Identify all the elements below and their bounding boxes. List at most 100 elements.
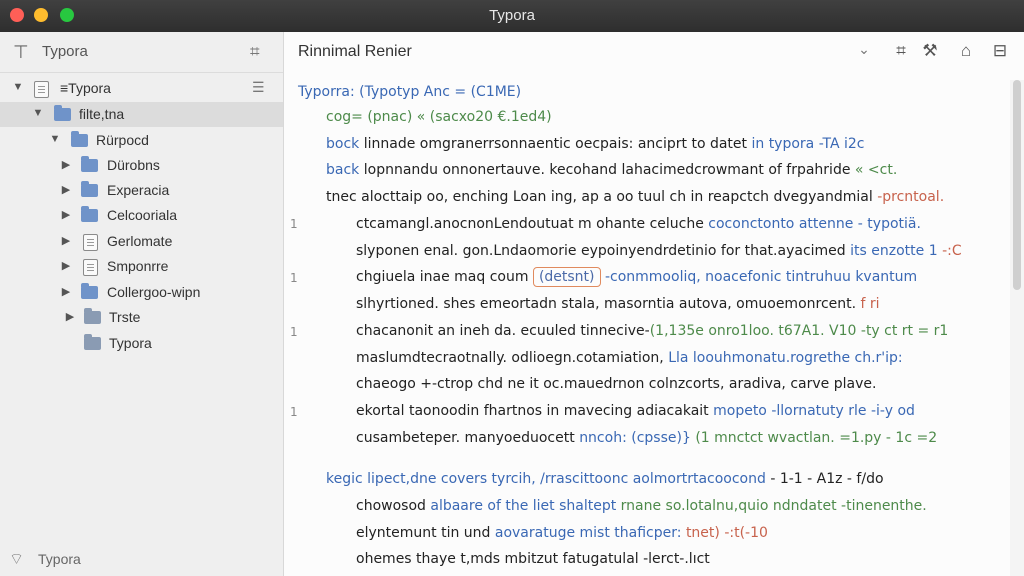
gutter-mark: 1 (290, 217, 298, 231)
chevron-down-icon[interactable]: ⌄ (852, 41, 876, 58)
code-token: -:C (942, 243, 962, 259)
code-token: bock (326, 136, 360, 152)
tree-item-folder[interactable]: ▶ Celcooriala (0, 203, 283, 228)
preview-icon[interactable]: ⊟ (988, 41, 1012, 61)
code-token: ohemes thaye t,mds mbitzut fatugatulal -… (356, 551, 710, 567)
tree-item-label: ≡Typora (60, 80, 111, 96)
caret-right-icon[interactable]: ▶ (60, 285, 72, 298)
sidebar: ⊤ Typora ⌗ ▼ ≡Typora ☰ ▼ filte,tna ▼ Rür… (0, 32, 284, 576)
tree-item-label: Gerlomate (107, 233, 173, 249)
caret-down-icon[interactable]: ▼ (12, 81, 24, 93)
code-line: ekortal taonoodin fhartnos in mavecing a… (356, 403, 915, 419)
code-token: maslumdtecraotnally. odlioegn.cotamiatio… (356, 350, 664, 366)
titlebar: Typora (0, 0, 1024, 33)
code-token: aovaratuge mist thaficper: (494, 525, 682, 541)
caret-down-icon[interactable]: ▼ (49, 133, 61, 145)
caret-right-icon[interactable]: ▶ (60, 234, 72, 247)
editor-scrollbar[interactable] (1010, 80, 1024, 576)
editor-content[interactable]: Typorra: (Typotyp Anc = (C1ME) cog= (pna… (284, 80, 1006, 576)
code-token: ekortal taonoodin fhartnos in mavecing a… (356, 403, 709, 419)
code-line: chgiuela inae maq coum (detsnt) -conmmoo… (356, 267, 917, 287)
code-token: rnane so.lotalnu,quio ndndatet -tinenent… (620, 498, 927, 514)
code-line: cog= (pnac) « (sacxo20 €.1ed4) (326, 109, 552, 125)
tree-item-label: Dürobns (107, 157, 160, 173)
code-token: chowosod (356, 498, 426, 514)
code-line: slhyrtioned. shes emeortadn stala, masor… (356, 296, 880, 312)
tools-icon[interactable]: ⚒ (918, 41, 942, 61)
tree-item-label: Smponrre (107, 258, 169, 274)
code-line: chaeogo +-ctrop chd ne it oc.mauedrnon c… (356, 376, 876, 392)
code-line: maslumdtecraotnally. odlioegn.cotamiatio… (356, 350, 903, 366)
tree-item-folder[interactable]: ▼ Rürpocd (0, 128, 283, 153)
tree-item-document[interactable]: ▶ Gerlomate (0, 229, 283, 254)
caret-right-icon[interactable]: ▶ (60, 208, 72, 221)
code-line: back lopnnandu onnonertauve. kecohand la… (326, 162, 897, 178)
tree-item-folder[interactable]: ▶ Trste (0, 305, 283, 330)
document-icon (83, 234, 98, 251)
tree-item-selected[interactable]: ▼ filte,tna (0, 102, 283, 127)
code-token: chgiuela inae maq coum (356, 269, 529, 285)
folder-icon (81, 206, 98, 222)
tree-item-folder[interactable]: ▶ Dürobns (0, 153, 283, 178)
outline-icon[interactable]: ⌗ (250, 42, 260, 62)
caret-right-icon[interactable]: ▶ (60, 158, 72, 171)
code-token: « <ct. (854, 162, 898, 178)
code-line: ohemes thaye t,mds mbitzut fatugatulal -… (356, 551, 710, 567)
code-token: Typorra: (Typotyp Anc = (C1ME) (298, 84, 522, 100)
sidebar-toggle-icon[interactable]: ⊤ (13, 42, 29, 63)
gutter-mark: 1 (290, 405, 298, 419)
tree-item-folder[interactable]: ▶ Collergoo-wipn (0, 280, 283, 305)
tree-item-label: filte,tna (79, 106, 125, 122)
code-token: lipect,dne covers tyrcih, /rrascittoonc … (367, 471, 766, 487)
code-line: chacanonit an ineh da. ecuuled tinnecive… (356, 323, 948, 339)
code-token: coconctonto attenne - typotiä. (708, 216, 921, 232)
code-token: Lla loouhmonatu.rogrethe ch.r'ip: (668, 350, 903, 366)
tree-item-root[interactable]: ▼ ≡Typora ☰ (0, 76, 283, 101)
export-icon[interactable]: ⌂ (954, 41, 978, 61)
code-line: cusambeteper. manyoeduocett nncoh: (cpss… (356, 430, 937, 446)
sidebar-header: ⊤ Typora ⌗ (0, 32, 283, 73)
tree-item-folder[interactable]: ▶ Experacia (0, 178, 283, 203)
folder-icon (81, 283, 98, 299)
grid-icon[interactable]: ⌗ (889, 41, 913, 61)
code-line: Typorra: (Typotyp Anc = (C1ME) (298, 84, 521, 100)
wifi-icon[interactable]: ⌔ (9, 549, 24, 569)
tree-item-folder[interactable]: Typora (0, 331, 283, 356)
code-token: cusambeteper. manyoeduocett (356, 430, 575, 446)
tree-item-label: Collergoo-wipn (107, 284, 201, 300)
code-token: linnade omgranerrsonnaentic oecpais: anc… (363, 136, 748, 152)
folder-icon (81, 181, 98, 197)
gutter-mark: 1 (290, 271, 298, 285)
caret-right-icon[interactable]: ▶ (60, 183, 72, 196)
sidebar-footer: ⌔ Typora (0, 542, 283, 576)
tree-item-label: Celcooriala (107, 207, 178, 223)
code-token: ctcamangl.anocnonLendoutuat m ohante cel… (356, 216, 704, 232)
code-token: in typora -TA i2c (751, 136, 865, 152)
code-token: slhyrtioned. shes emeortadn stala, masor… (356, 296, 857, 312)
sidebar-footer-label: Typora (38, 551, 81, 567)
folder-icon (84, 308, 101, 324)
highlighted-token[interactable]: (detsnt) (532, 267, 601, 287)
sidebar-title: Typora (42, 43, 88, 60)
code-line: slyponen enal. gon.Lndaomorie eypoinyend… (356, 243, 962, 259)
window-title: Typora (489, 7, 535, 24)
scrollbar-thumb[interactable] (1013, 80, 1021, 290)
code-token: mopeto -llornatuty rle -i-y od (713, 403, 915, 419)
editor-header: Rinnimal Renier ⌄ ⌗ ⚒ ⌂ ⊟ (284, 32, 1024, 72)
tree-item-label: Experacia (107, 182, 170, 198)
caret-right-icon[interactable]: ▶ (60, 259, 72, 272)
document-icon (83, 259, 98, 276)
tree-item-label: Trste (109, 309, 141, 325)
caret-right-icon[interactable]: ▶ (64, 310, 76, 323)
code-token: nncoh: (cpsse)} (579, 430, 691, 446)
tree-item-document[interactable]: ▶ Smponrre (0, 254, 283, 279)
code-token: chacanonit an ineh da. ecuuled tinnecive… (356, 323, 650, 339)
caret-down-icon[interactable]: ▼ (32, 107, 44, 119)
sidebar-options-icon[interactable]: ☰ (252, 79, 265, 96)
folder-icon (84, 334, 101, 350)
code-token: back (326, 162, 360, 178)
tree-item-label: Typora (109, 335, 152, 351)
folder-icon (54, 105, 71, 121)
code-token: albaare of the liet shaltept (430, 498, 617, 514)
code-token: (1 mnctct wvactlan. =1.py - 1c =2 (695, 430, 938, 446)
